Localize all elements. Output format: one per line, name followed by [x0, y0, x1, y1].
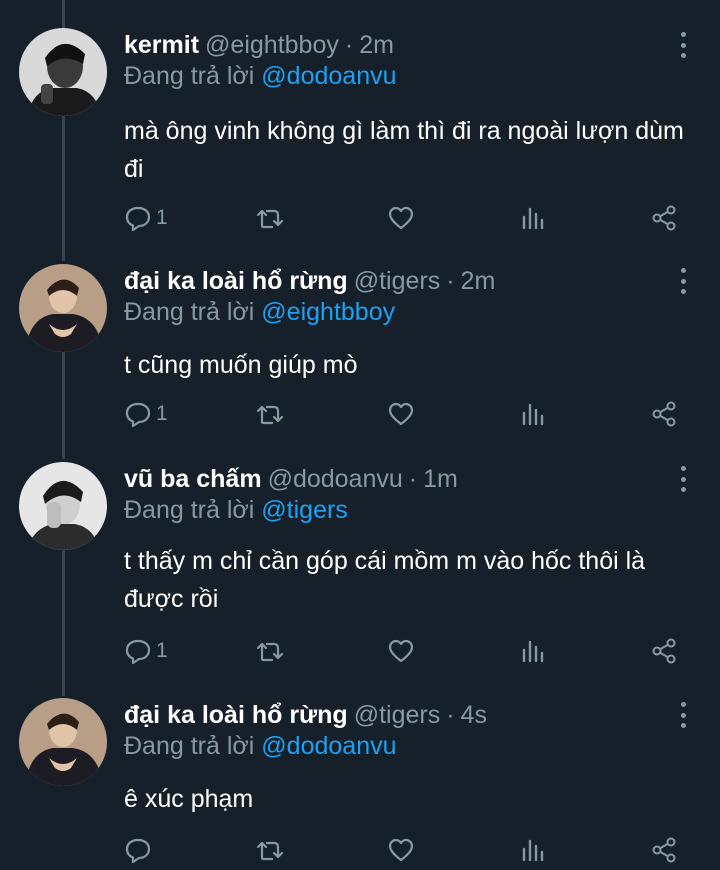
replying-to-mention[interactable]: @tigers	[261, 496, 348, 524]
separator-dot: ·	[344, 31, 354, 59]
replying-to-prefix: Đang trả lời	[124, 62, 255, 90]
tweet-actions: 1	[124, 202, 684, 234]
analytics-button[interactable]	[519, 202, 547, 234]
timestamp[interactable]: 1m	[423, 462, 458, 496]
reply-count: 1	[156, 402, 168, 425]
retweet-button[interactable]	[255, 398, 285, 430]
analytics-button[interactable]	[519, 834, 547, 866]
replying-to-prefix: Đang trả lời	[124, 496, 255, 524]
avatar[interactable]	[19, 28, 107, 116]
thread-connector-line	[62, 550, 65, 696]
replying-to-mention[interactable]: @eightbboy	[261, 298, 395, 326]
analytics-icon	[519, 637, 547, 665]
timestamp[interactable]: 2m	[359, 28, 394, 62]
thread-connector-line	[62, 0, 65, 30]
replying-to-line: Đang trả lời @dodoanvu	[124, 61, 397, 91]
display-name[interactable]: kermit	[124, 28, 199, 62]
tweet-actions	[124, 834, 684, 866]
thread-connector-line	[62, 352, 65, 459]
tweet-actions: 1	[124, 398, 684, 430]
analytics-icon	[519, 836, 547, 864]
retweet-icon	[255, 836, 285, 864]
replying-to-line: Đang trả lời @eightbboy	[124, 297, 395, 327]
reply-button[interactable]: 1	[124, 635, 168, 667]
reply-count: 1	[156, 639, 168, 662]
thread-connector-line	[62, 116, 65, 261]
reply-button[interactable]: 1	[124, 202, 168, 234]
tweet-text: mà ông vinh không gì làm thì đi ra ngoài…	[124, 117, 684, 183]
replying-to-prefix: Đang trả lời	[124, 298, 255, 326]
retweet-button[interactable]	[255, 202, 285, 234]
like-icon	[387, 400, 415, 428]
retweet-icon	[255, 637, 285, 665]
like-button[interactable]	[387, 834, 415, 866]
share-icon	[650, 400, 678, 428]
more-icon[interactable]	[672, 268, 694, 294]
analytics-button[interactable]	[519, 635, 547, 667]
like-icon	[387, 836, 415, 864]
share-button[interactable]	[650, 202, 678, 234]
replying-to-mention[interactable]: @dodoanvu	[261, 62, 396, 90]
tweet-text: ê xúc phạm	[124, 785, 254, 813]
reply-icon	[124, 400, 152, 428]
retweet-icon	[255, 204, 285, 232]
reply-count: 1	[156, 206, 168, 229]
analytics-icon	[519, 204, 547, 232]
replying-to-line: Đang trả lời @dodoanvu	[124, 731, 397, 761]
reply-icon	[124, 637, 152, 665]
timestamp[interactable]: 2m	[461, 264, 496, 298]
share-button[interactable]	[650, 834, 678, 866]
separator-dot: ·	[408, 465, 418, 493]
display-name[interactable]: vũ ba chấm	[124, 462, 262, 496]
like-icon	[387, 204, 415, 232]
user-handle[interactable]: @eightbboy	[205, 28, 339, 62]
reply-button[interactable]	[124, 834, 156, 866]
share-button[interactable]	[650, 398, 678, 430]
tweet-text: t cũng muốn giúp mò	[124, 351, 358, 379]
user-handle[interactable]: @tigers	[354, 698, 441, 732]
more-icon[interactable]	[672, 32, 694, 58]
retweet-button[interactable]	[255, 834, 285, 866]
avatar[interactable]	[19, 264, 107, 352]
avatar[interactable]	[19, 462, 107, 550]
user-handle[interactable]: @tigers	[354, 264, 441, 298]
tweet-text: t thấy m chỉ cần góp cái mồm m vào hốc t…	[124, 547, 646, 613]
display-name[interactable]: đại ka loài hổ rừng	[124, 264, 348, 298]
more-icon[interactable]	[672, 466, 694, 492]
retweet-icon	[255, 400, 285, 428]
tweet-actions: 1	[124, 635, 684, 667]
like-icon	[387, 637, 415, 665]
avatar[interactable]	[19, 698, 107, 786]
separator-dot: ·	[446, 267, 455, 295]
replying-to-line: Đang trả lời @tigers	[124, 495, 348, 525]
reply-icon	[124, 836, 152, 864]
like-button[interactable]	[387, 398, 415, 430]
reply-icon	[124, 204, 152, 232]
share-icon	[650, 637, 678, 665]
separator-dot: ·	[446, 701, 455, 729]
user-handle[interactable]: @dodoanvu	[268, 462, 403, 496]
share-icon	[650, 204, 678, 232]
reply-button[interactable]: 1	[124, 398, 168, 430]
display-name[interactable]: đại ka loài hổ rừng	[124, 698, 348, 732]
replying-to-prefix: Đang trả lời	[124, 732, 255, 760]
like-button[interactable]	[387, 635, 415, 667]
retweet-button[interactable]	[255, 635, 285, 667]
more-icon[interactable]	[672, 702, 694, 728]
share-icon	[650, 836, 678, 864]
analytics-icon	[519, 400, 547, 428]
replying-to-mention[interactable]: @dodoanvu	[261, 732, 396, 760]
timestamp[interactable]: 4s	[461, 698, 487, 732]
analytics-button[interactable]	[519, 398, 547, 430]
like-button[interactable]	[387, 202, 415, 234]
share-button[interactable]	[650, 635, 678, 667]
